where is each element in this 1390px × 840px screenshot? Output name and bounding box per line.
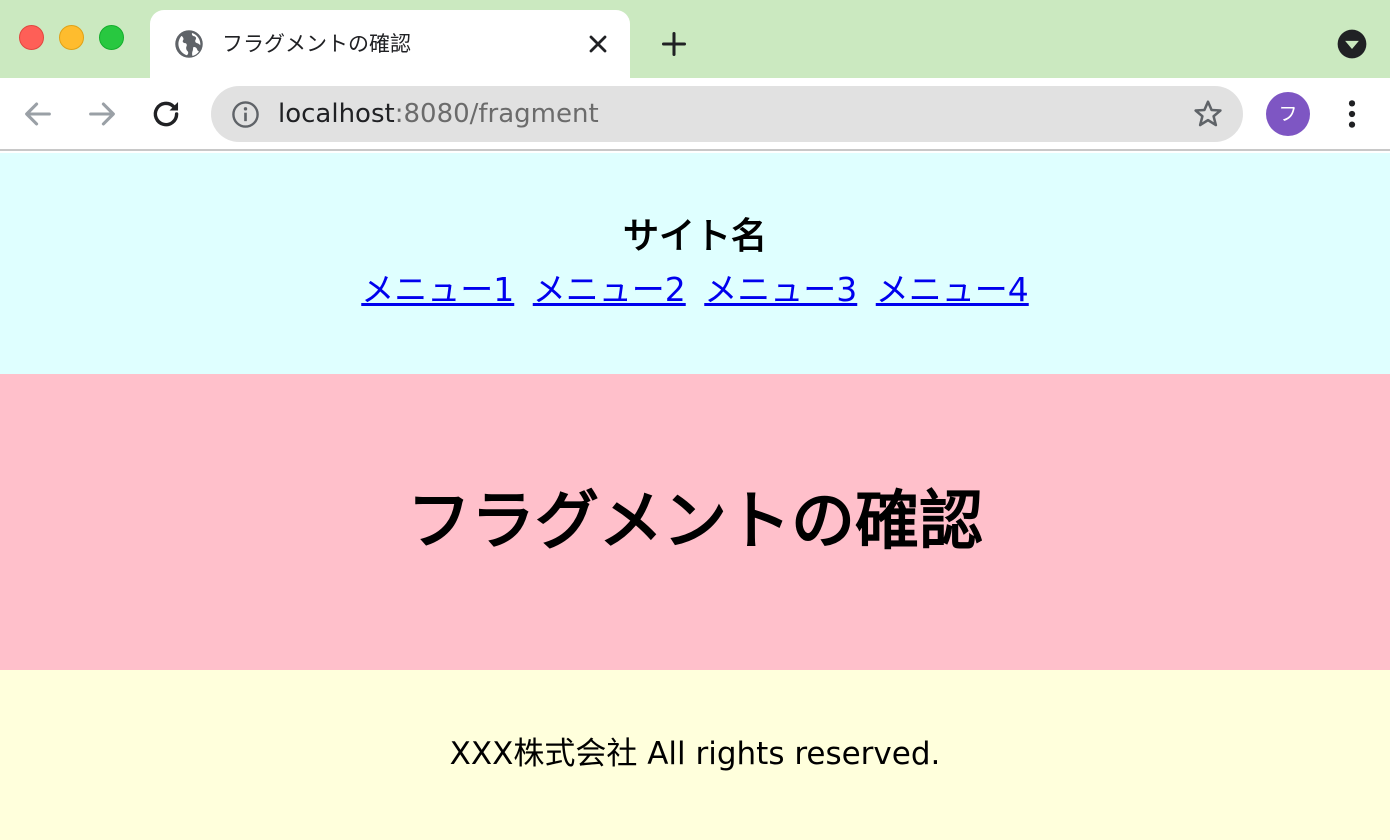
url-host: localhost [278, 99, 395, 129]
reload-icon[interactable] [149, 97, 183, 131]
plus-icon[interactable] [660, 30, 688, 58]
page-title: フラグメントの確認 [407, 485, 983, 559]
info-icon[interactable] [231, 100, 260, 129]
profile-avatar[interactable]: フ [1266, 92, 1310, 136]
menu-link-4[interactable]: メニュー4 [876, 270, 1029, 309]
main-content: フラグメントの確認 [0, 374, 1390, 670]
more-vert-icon[interactable] [1335, 97, 1369, 131]
browser-toolbar: localhost:8080/fragment フ [0, 78, 1390, 151]
browser-title-bar: フラグメントの確認 [0, 0, 1390, 78]
close-icon[interactable] [586, 32, 610, 56]
menu-link-2[interactable]: メニュー2 [533, 270, 686, 309]
chevron-down-icon[interactable] [1337, 29, 1367, 59]
url-path: :8080/fragment [394, 99, 599, 129]
site-menu: メニュー1 メニュー2 メニュー3 メニュー4 [0, 269, 1390, 311]
browser-tab-active[interactable]: フラグメントの確認 [150, 10, 630, 78]
copyright-text: XXX株式会社 All rights reserved. [449, 736, 941, 772]
back-arrow-icon[interactable] [21, 97, 55, 131]
close-window-button[interactable] [19, 25, 44, 50]
site-name: サイト名 [622, 216, 767, 257]
forward-arrow-icon[interactable] [85, 97, 119, 131]
page-viewport: サイト名 メニュー1 メニュー2 メニュー3 メニュー4 フラグメントの確認 X… [0, 153, 1390, 840]
star-icon[interactable] [1192, 98, 1224, 130]
menu-link-3[interactable]: メニュー3 [704, 270, 857, 309]
site-header: サイト名 メニュー1 メニュー2 メニュー3 メニュー4 [0, 153, 1390, 374]
globe-icon [175, 30, 203, 58]
address-bar[interactable]: localhost:8080/fragment [211, 86, 1243, 142]
site-footer: XXX株式会社 All rights reserved. [0, 670, 1390, 840]
url-text[interactable]: localhost:8080/fragment [278, 99, 599, 129]
maximize-window-button[interactable] [99, 25, 124, 50]
tab-title: フラグメントの確認 [222, 32, 411, 56]
minimize-window-button[interactable] [59, 25, 84, 50]
menu-link-1[interactable]: メニュー1 [361, 270, 514, 309]
